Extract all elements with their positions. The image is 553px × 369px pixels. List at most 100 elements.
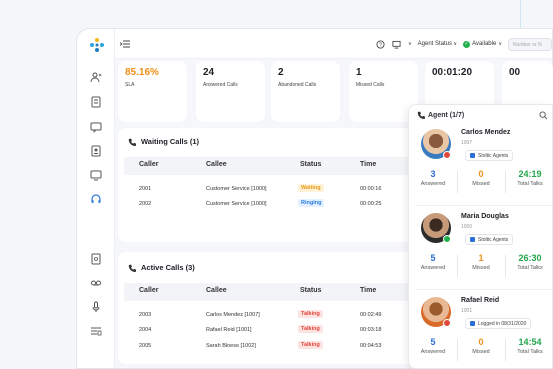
answered-metric: 3 Answered bbox=[413, 169, 453, 187]
agent-name: Carlos Mendez bbox=[461, 129, 511, 136]
time-cell: 00:02:49 bbox=[360, 312, 382, 318]
agent-card[interactable]: Carlos Mendez 1007 Stoltic Agents 3 Answe… bbox=[409, 125, 553, 208]
waiting-table-header: Caller Callee Status Time bbox=[124, 157, 438, 175]
caller-cell: 2001 bbox=[139, 186, 152, 192]
table-row[interactable]: 2005 Sarah Bloese [1002] Talking 00:04:5… bbox=[124, 341, 438, 355]
active-calls-title: Active Calls (3) bbox=[128, 263, 195, 272]
divider bbox=[505, 339, 506, 361]
document-icon[interactable] bbox=[89, 253, 103, 265]
agent-title-text: Agent (1/7) bbox=[428, 111, 465, 119]
status-badge: Talking bbox=[298, 310, 323, 318]
stat-label: SLA bbox=[125, 82, 135, 88]
missed-value: 1 bbox=[478, 253, 484, 263]
settings-list-icon[interactable] bbox=[89, 325, 103, 337]
agent-status-dropdown[interactable]: Agent Status ∨ bbox=[418, 41, 457, 47]
phone-icon bbox=[417, 111, 425, 119]
active-table-header: Caller Callee Status Time bbox=[124, 283, 438, 301]
microphone-icon[interactable] bbox=[89, 301, 103, 313]
status-dot-busy bbox=[443, 151, 451, 159]
agent-card[interactable]: Maria Douglas 1006 Stoltic Agents 5 Answe… bbox=[409, 209, 553, 292]
agent-extension: 1006 bbox=[461, 224, 473, 230]
col-callee: Callee bbox=[206, 287, 227, 294]
total-talks-value: 24:19 bbox=[518, 169, 542, 179]
voicemail-icon[interactable] bbox=[89, 277, 103, 289]
divider bbox=[505, 171, 506, 193]
phone-icon bbox=[128, 264, 136, 272]
missed-label: Missed bbox=[472, 265, 490, 271]
number-input[interactable]: Number or N bbox=[508, 37, 552, 51]
col-caller: Caller bbox=[139, 287, 159, 294]
col-time: Time bbox=[360, 161, 377, 168]
table-row[interactable]: 2002 Customer Service [1000] Ringing 00:… bbox=[124, 199, 438, 213]
status-dot-busy bbox=[443, 319, 451, 327]
availability-label: Available bbox=[472, 41, 497, 47]
callee-cell: Carlos Mendez [1007] bbox=[206, 312, 260, 318]
total-talks-label: Total Talks bbox=[517, 349, 543, 355]
desktop-icon[interactable] bbox=[392, 39, 402, 49]
total-talks-metric: 24:19 Total Talks bbox=[510, 169, 550, 187]
table-row[interactable]: 2001 Customer Service [1000] Waiting 00:… bbox=[124, 184, 438, 198]
total-talks-metric: 26:30 Total Talks bbox=[510, 253, 550, 271]
agent-group-label: Stoltic Agents bbox=[478, 152, 509, 159]
agent-panel-title: Agent (1/7) bbox=[417, 111, 464, 119]
headset-icon[interactable] bbox=[89, 193, 103, 205]
agent-name: Rafael Reid bbox=[461, 297, 500, 304]
topbar-controls: ? ∨ Agent Status ∨ ✓ Available ∨ Number o… bbox=[376, 29, 552, 59]
missed-label: Missed bbox=[472, 349, 490, 355]
agent-group-label: Stoltic Agents bbox=[478, 236, 509, 243]
agent-login-tag: Logged in 08/31/2020 bbox=[465, 318, 532, 329]
agent-panel: Agent (1/7) Carlos Mendez 1007 Stoltic A… bbox=[408, 104, 553, 369]
active-calls-panel: Active Calls (3) Caller Callee Status Ti… bbox=[118, 252, 438, 364]
col-callee: Callee bbox=[206, 161, 227, 168]
stat-value: 24 bbox=[203, 67, 215, 78]
table-row[interactable]: 2003 Carlos Mendez [1007] Talking 00:02:… bbox=[124, 310, 438, 324]
answered-label: Answered bbox=[420, 265, 446, 271]
waiting-calls-title: Waiting Calls (1) bbox=[128, 137, 199, 146]
agent-extension: 1001 bbox=[461, 308, 473, 314]
users-icon[interactable] bbox=[89, 71, 103, 83]
collapse-menu-icon[interactable] bbox=[119, 38, 131, 50]
total-talks-label: Total Talks bbox=[517, 265, 543, 271]
status-badge: Waiting bbox=[298, 184, 324, 192]
divider bbox=[457, 255, 458, 277]
agent-extension: 1007 bbox=[461, 140, 473, 146]
agent-group-tag: Stoltic Agents bbox=[465, 150, 514, 161]
answered-metric: 5 Answered bbox=[413, 337, 453, 355]
col-time: Time bbox=[360, 287, 377, 294]
stat-value: 00 bbox=[509, 67, 521, 78]
answered-value: 5 bbox=[430, 253, 436, 263]
table-row[interactable]: 2004 Rafael Reid [1001] Talking 00:03:18 bbox=[124, 325, 438, 339]
chat-icon[interactable] bbox=[89, 121, 103, 133]
total-talks-label: Total Talks bbox=[517, 181, 543, 187]
answered-value: 3 bbox=[430, 169, 436, 179]
col-caller: Caller bbox=[139, 161, 159, 168]
caller-cell: 2002 bbox=[139, 201, 152, 207]
chevron-down-icon: ∨ bbox=[498, 41, 502, 47]
agent-name: Maria Douglas bbox=[461, 213, 509, 220]
help-icon[interactable]: ? bbox=[376, 39, 386, 49]
status-badge: Talking bbox=[298, 341, 323, 349]
missed-value: 0 bbox=[478, 169, 484, 179]
col-status: Status bbox=[300, 161, 322, 168]
monitor-icon[interactable] bbox=[89, 169, 103, 181]
callee-cell: Customer Service [1000] bbox=[206, 186, 267, 192]
stat-label: Abandoned Calls bbox=[278, 82, 317, 88]
divider bbox=[457, 171, 458, 193]
total-talks-metric: 14:54 Total Talks bbox=[510, 337, 550, 355]
search-icon[interactable] bbox=[539, 111, 548, 120]
agent-card[interactable]: Rafael Reid 1001 Logged in 08/31/2020 5 A… bbox=[409, 293, 553, 369]
missed-metric: 1 Missed bbox=[461, 253, 501, 271]
stat-card-abandoned: 2 Abandoned Calls bbox=[271, 61, 340, 122]
report-icon[interactable] bbox=[89, 96, 103, 108]
stat-value: 00:01:20 bbox=[432, 67, 473, 78]
chevron-down-icon[interactable]: ∨ bbox=[408, 41, 412, 47]
logo-icon bbox=[90, 38, 104, 52]
phonebook-icon[interactable] bbox=[89, 145, 103, 157]
answered-label: Answered bbox=[420, 349, 446, 355]
availability-dropdown[interactable]: ✓ Available ∨ bbox=[463, 40, 502, 48]
answered-metric: 5 Answered bbox=[413, 253, 453, 271]
time-cell: 00:00:25 bbox=[360, 201, 382, 207]
total-talks-value: 26:30 bbox=[518, 253, 542, 263]
stat-value: 1 bbox=[356, 67, 362, 78]
time-cell: 00:00:16 bbox=[360, 186, 382, 192]
